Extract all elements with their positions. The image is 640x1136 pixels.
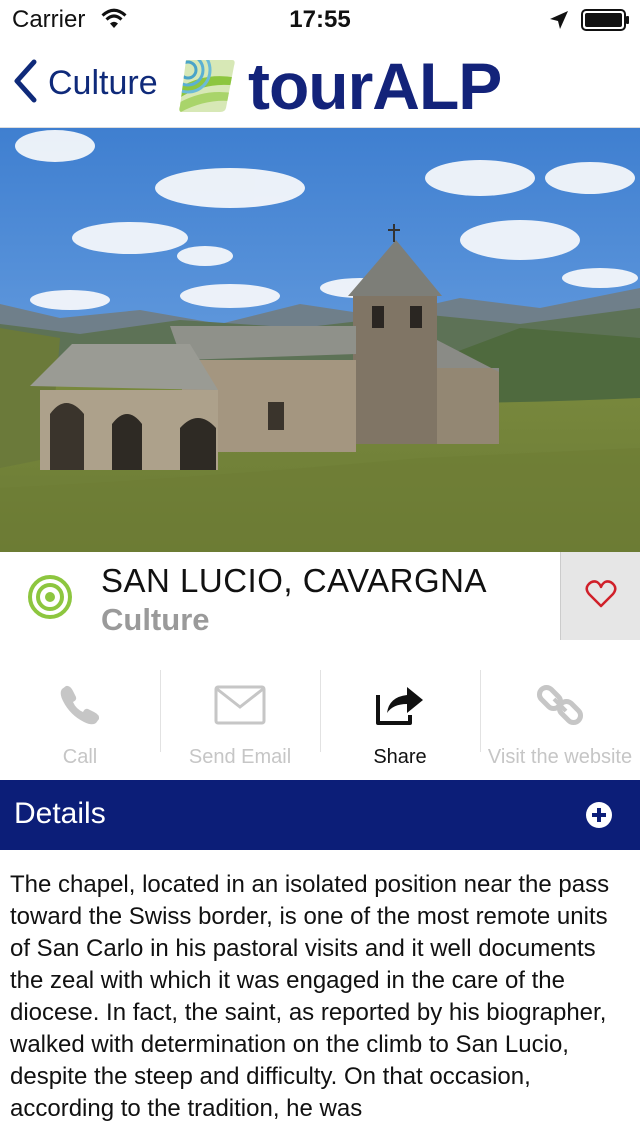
mail-icon [214,670,266,740]
share-icon [375,670,425,740]
touralp-logo-icon [178,56,236,119]
navigation-bar: Culture tourALP [0,40,640,128]
call-label: Call [62,746,98,768]
clock: 17:55 [289,6,351,33]
description-text: The chapel, located in an isolated posit… [10,871,610,1122]
share-label: Share [373,746,427,768]
location-arrow-icon [548,9,570,36]
share-button[interactable]: Share [320,640,480,780]
visit-website-label: Visit the website [487,746,633,768]
details-expand-header[interactable]: Details [0,780,640,850]
heart-icon [584,579,617,614]
back-button[interactable]: Culture [12,58,158,108]
send-email-label: Send Email [188,746,292,768]
chevron-left-icon [12,59,38,108]
plus-circle-icon [585,801,613,834]
place-header: SAN LUCIO, CAVARGNA Culture [0,552,640,640]
battery-icon [581,9,631,36]
action-bar: Call Send Email Share Visit the website [0,640,640,780]
culture-category-icon [27,574,73,625]
back-label: Culture [48,63,158,102]
phone-icon [58,670,102,740]
place-name: SAN LUCIO, CAVARGNA [101,562,488,599]
place-category: Culture [101,602,210,637]
touralp-logo-text: tourALP [248,49,502,123]
send-email-button[interactable]: Send Email [160,640,320,780]
status-bar: Carrier 17:55 [0,0,640,40]
details-label: Details [14,797,106,830]
visit-website-button[interactable]: Visit the website [480,640,640,780]
favorite-button[interactable] [560,552,640,640]
link-icon [536,670,584,740]
call-button[interactable]: Call [0,640,160,780]
hero-image [0,128,640,552]
